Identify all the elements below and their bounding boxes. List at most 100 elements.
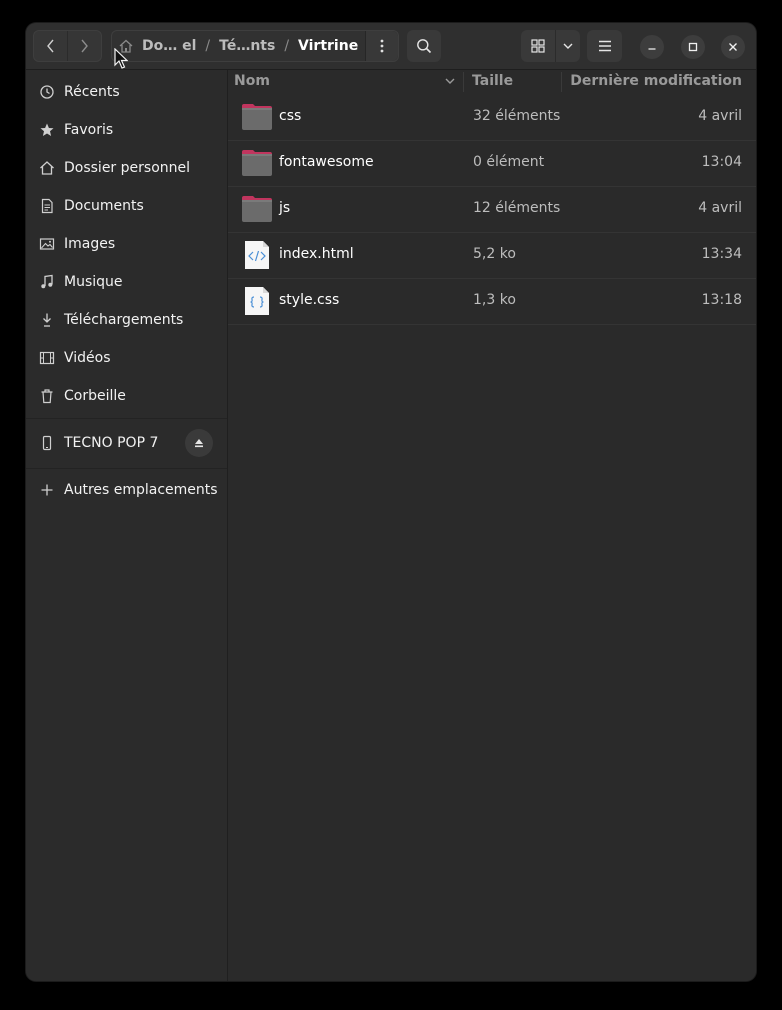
download-icon xyxy=(39,312,55,328)
sidebar-item-label: Documents xyxy=(64,198,144,214)
minimize-button[interactable] xyxy=(640,35,664,59)
main-menu-button[interactable] xyxy=(587,30,622,62)
file-size: 5,2 ko xyxy=(473,246,516,262)
file-modified: 4 avril xyxy=(698,108,742,124)
file-name: css xyxy=(279,108,302,124)
video-icon xyxy=(39,350,55,366)
file-size: 1,3 ko xyxy=(473,292,516,308)
column-header-size[interactable]: Taille xyxy=(472,73,513,89)
eject-icon xyxy=(195,439,203,448)
music-icon xyxy=(39,274,55,290)
forward-button[interactable] xyxy=(68,31,101,61)
file-name: style.css xyxy=(279,292,340,308)
chevron-left-icon xyxy=(46,39,54,53)
folder-icon xyxy=(242,196,272,222)
grid-icon xyxy=(531,39,545,53)
sidebar-item-home[interactable]: Dossier personnel xyxy=(26,149,227,187)
sidebar-item-label: TECNO POP 7 xyxy=(64,435,159,451)
maximize-icon xyxy=(688,42,698,52)
breadcrumb-separator: / xyxy=(284,38,290,54)
column-header-name[interactable]: Nom xyxy=(234,73,270,89)
sidebar-item-label: Téléchargements xyxy=(64,312,184,328)
sidebar-separator xyxy=(26,468,227,469)
file-row[interactable]: fontawesome 0 élément 13:04 xyxy=(228,140,756,187)
sidebar-item-favoris[interactable]: Favoris xyxy=(26,111,227,149)
home-icon xyxy=(39,160,55,176)
eject-button[interactable] xyxy=(185,429,213,457)
sidebar-item-label: Vidéos xyxy=(64,350,111,366)
sidebar-item-recents[interactable]: Récents xyxy=(26,73,227,111)
file-size: 0 élément xyxy=(473,154,545,170)
column-header-modified[interactable]: Dernière modification xyxy=(570,73,742,89)
plus-icon xyxy=(39,482,55,498)
file-name: fontawesome xyxy=(279,154,374,170)
sidebar-item-label: Autres emplacements xyxy=(64,482,218,498)
image-icon xyxy=(39,236,55,252)
file-row[interactable]: css 32 éléments 4 avril xyxy=(228,94,756,141)
css-file-icon xyxy=(245,287,269,315)
folder-icon xyxy=(242,104,272,130)
file-manager-window: Do… el / Té…nts / Virtrine Récents Favor… xyxy=(26,23,756,981)
breadcrumb-home[interactable]: Do… el xyxy=(142,38,196,54)
path-bar: Do… el / Té…nts / Virtrine xyxy=(111,30,399,62)
file-name: js xyxy=(279,200,291,216)
header-bar: Do… el / Té…nts / Virtrine xyxy=(26,23,756,70)
minimize-icon xyxy=(648,48,656,50)
sidebar-item-musique[interactable]: Musique xyxy=(26,263,227,301)
file-list: Nom Taille Dernière modification css 32 … xyxy=(228,70,756,981)
sidebar-item-label: Musique xyxy=(64,274,123,290)
view-options-dropdown[interactable] xyxy=(556,30,580,62)
sidebar-item-images[interactable]: Images xyxy=(26,225,227,263)
folder-icon xyxy=(242,150,272,176)
sidebar-item-telechargements[interactable]: Téléchargements xyxy=(26,301,227,339)
sidebar: Récents Favoris Dossier personnel Docume… xyxy=(26,70,228,981)
file-size: 32 éléments xyxy=(473,108,561,124)
sidebar-item-other-locations[interactable]: Autres emplacements xyxy=(26,471,227,509)
close-icon xyxy=(729,43,737,51)
file-row[interactable]: js 12 éléments 4 avril xyxy=(228,186,756,233)
sort-descending-icon[interactable] xyxy=(444,75,456,87)
navigation-buttons xyxy=(33,30,102,62)
sidebar-item-documents[interactable]: Documents xyxy=(26,187,227,225)
sidebar-item-label: Images xyxy=(64,236,116,252)
sidebar-item-label: Corbeille xyxy=(64,388,126,404)
sidebar-item-label: Favoris xyxy=(64,122,114,138)
chevron-right-icon xyxy=(81,39,89,53)
file-modified: 4 avril xyxy=(698,200,742,216)
file-modified: 13:04 xyxy=(701,154,742,170)
file-row[interactable]: index.html 5,2 ko 13:34 xyxy=(228,232,756,279)
breadcrumb-downloads[interactable]: Té…nts xyxy=(219,38,275,54)
sidebar-item-label: Récents xyxy=(64,84,120,100)
file-row[interactable]: style.css 1,3 ko 13:18 xyxy=(228,278,756,325)
column-divider xyxy=(561,72,562,92)
sidebar-separator xyxy=(26,418,227,419)
search-icon xyxy=(417,39,432,54)
back-button[interactable] xyxy=(34,31,67,61)
folder-menu-button[interactable] xyxy=(365,31,398,61)
sidebar-item-device[interactable]: TECNO POP 7 xyxy=(26,424,227,462)
sidebar-item-label: Dossier personnel xyxy=(64,160,191,176)
file-name: index.html xyxy=(279,246,354,262)
sidebar-item-corbeille[interactable]: Corbeille xyxy=(26,377,227,415)
clock-icon xyxy=(39,84,55,100)
view-buttons xyxy=(521,30,580,62)
list-header: Nom Taille Dernière modification xyxy=(228,70,756,94)
hamburger-menu-icon xyxy=(598,40,611,52)
search-button[interactable] xyxy=(407,30,441,62)
close-button[interactable] xyxy=(721,35,745,59)
kebab-menu-icon xyxy=(380,39,384,53)
sidebar-item-videos[interactable]: Vidéos xyxy=(26,339,227,377)
grid-view-button[interactable] xyxy=(521,30,555,62)
file-modified: 13:34 xyxy=(701,246,742,262)
mouse-cursor-icon xyxy=(114,48,128,69)
maximize-button[interactable] xyxy=(681,35,705,59)
star-icon xyxy=(39,122,55,138)
breadcrumb-current[interactable]: Virtrine xyxy=(298,38,358,54)
file-size: 12 éléments xyxy=(473,200,561,216)
column-divider xyxy=(463,72,464,92)
chevron-down-icon xyxy=(563,43,573,49)
html-file-icon xyxy=(245,241,269,269)
phone-icon xyxy=(39,435,55,451)
trash-icon xyxy=(39,388,55,404)
breadcrumb-separator: / xyxy=(205,38,211,54)
